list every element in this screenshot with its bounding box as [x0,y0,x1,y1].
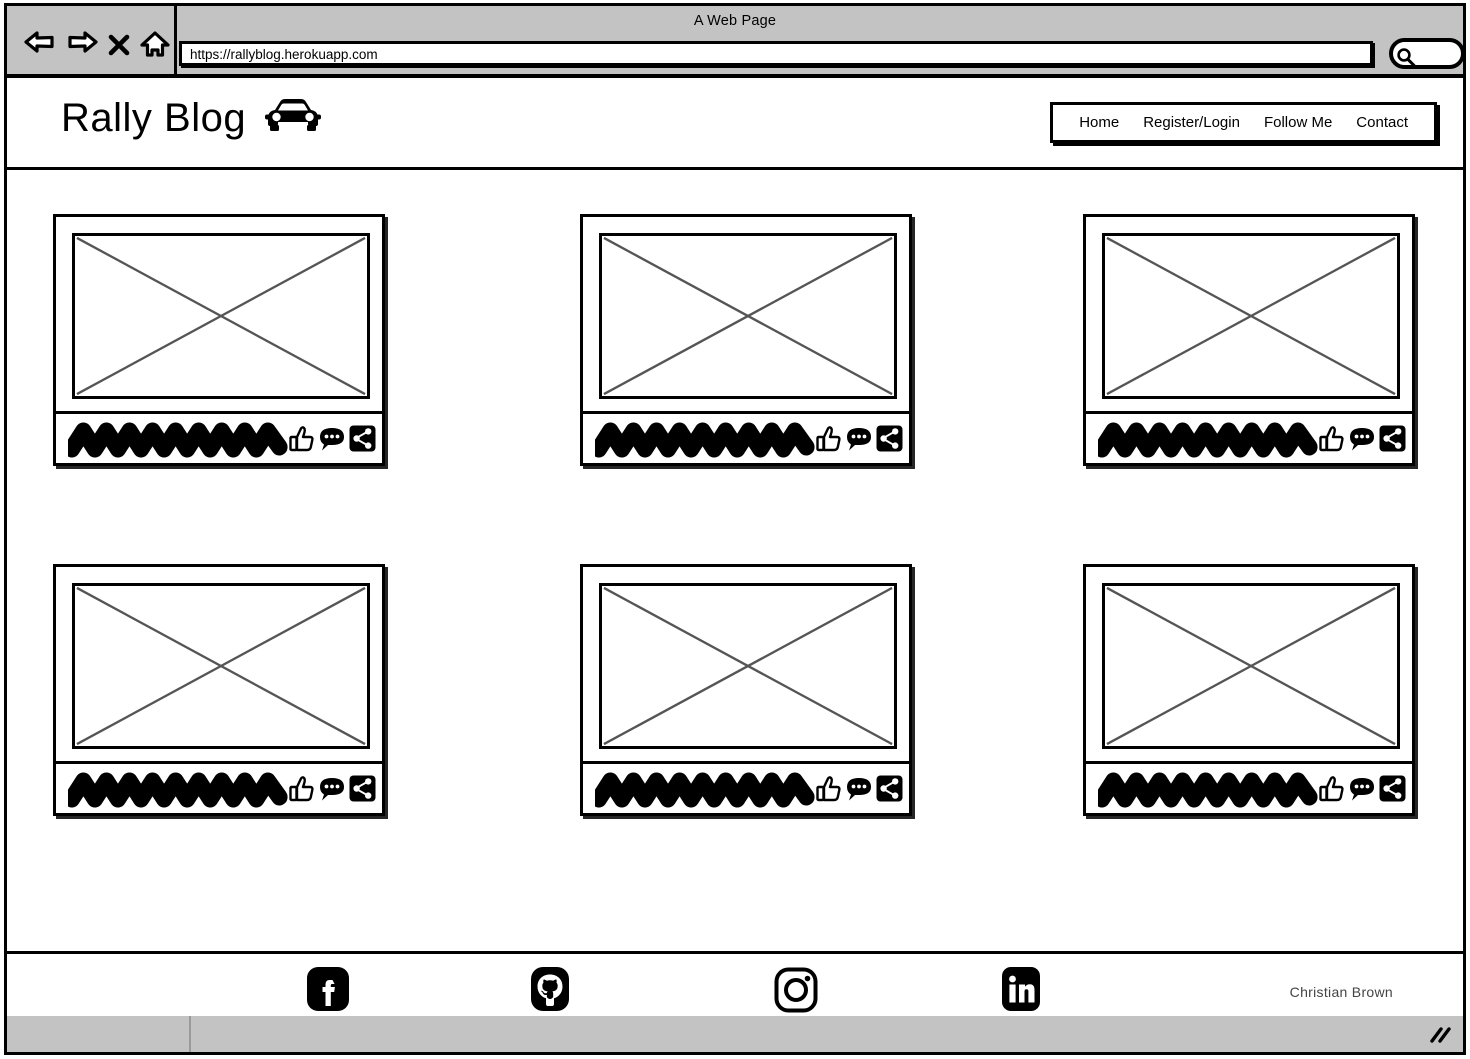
post-card[interactable] [53,564,385,816]
main-nav: Home Register/Login Follow Me Contact [1050,102,1437,143]
post-actions [816,425,903,453]
post-caption-bar [583,761,909,813]
scribble-placeholder-text [1098,419,1319,459]
comment-icon[interactable] [1348,426,1376,452]
share-icon[interactable] [1379,775,1406,802]
image-placeholder [599,233,897,399]
post-actions [1319,775,1406,803]
comment-icon[interactable] [318,776,346,802]
url-text: https://rallyblog.herokuapp.com [190,47,378,62]
scribble-placeholder-text [1098,769,1319,809]
stop-x-icon[interactable] [107,31,131,59]
thumbs-up-icon[interactable] [289,425,315,453]
share-icon[interactable] [349,775,376,802]
post-actions [289,425,376,453]
comment-icon[interactable] [1348,776,1376,802]
nav-item-follow-me[interactable]: Follow Me [1252,112,1344,133]
share-icon[interactable] [876,775,903,802]
scribble-placeholder-text [595,419,816,459]
car-icon [262,96,324,139]
image-placeholder [1102,583,1400,749]
image-placeholder [72,583,370,749]
thumbs-up-icon[interactable] [816,775,842,803]
scribble-placeholder-text [595,769,816,809]
post-caption-bar [1086,761,1412,813]
browser-nav-buttons [23,30,171,60]
comment-icon[interactable] [318,426,346,452]
browser-window: A Web Page https://rallyblog.herokuapp.c… [4,3,1466,1055]
resize-grip-icon[interactable] [1427,1024,1453,1049]
thumbs-up-icon[interactable] [816,425,842,453]
footer-credit: Christian Brown [1289,984,1393,1000]
post-actions [1319,425,1406,453]
post-caption-bar [56,411,382,463]
nav-item-home[interactable]: Home [1067,112,1131,133]
status-bar-divider [189,1016,191,1052]
back-arrow-icon[interactable] [23,30,57,60]
browser-status-bar [7,1016,1463,1052]
post-card[interactable] [53,214,385,466]
forward-arrow-icon[interactable] [65,30,99,60]
share-icon[interactable] [349,425,376,452]
comment-icon[interactable] [845,426,873,452]
site-header: Rally Blog Home Register/Login Follow Me… [7,78,1463,170]
home-icon[interactable] [139,30,171,60]
brand-title: Rally Blog [61,95,247,140]
post-actions [289,775,376,803]
scribble-placeholder-text [68,419,289,459]
share-icon[interactable] [1379,425,1406,452]
search-icon [1395,46,1417,73]
brand[interactable]: Rally Blog [61,96,324,139]
nav-item-register-login[interactable]: Register/Login [1131,112,1252,133]
github-icon[interactable] [527,966,573,1012]
post-card[interactable] [580,564,912,816]
image-placeholder [599,583,897,749]
post-caption-bar [1086,411,1412,463]
post-card[interactable] [1083,564,1415,816]
post-card[interactable] [1083,214,1415,466]
browser-chrome: A Web Page https://rallyblog.herokuapp.c… [7,6,1465,78]
browser-window-title: A Web Page [693,13,777,29]
post-grid [7,170,1463,954]
instagram-icon[interactable] [772,966,818,1013]
thumbs-up-icon[interactable] [1319,425,1345,453]
browser-search-box[interactable] [1389,38,1465,69]
url-bar[interactable]: https://rallyblog.herokuapp.com [179,41,1373,66]
post-caption-bar [56,761,382,813]
post-card[interactable] [580,214,912,466]
site-footer: Christian Brown [7,954,1463,1022]
linkedin-icon[interactable] [998,966,1044,1012]
facebook-icon[interactable] [305,966,351,1012]
post-actions [816,775,903,803]
thumbs-up-icon[interactable] [289,775,315,803]
nav-item-contact[interactable]: Contact [1344,112,1420,133]
image-placeholder [1102,233,1400,399]
comment-icon[interactable] [845,776,873,802]
image-placeholder [72,233,370,399]
post-caption-bar [583,411,909,463]
scribble-placeholder-text [68,769,289,809]
thumbs-up-icon[interactable] [1319,775,1345,803]
share-icon[interactable] [876,425,903,452]
